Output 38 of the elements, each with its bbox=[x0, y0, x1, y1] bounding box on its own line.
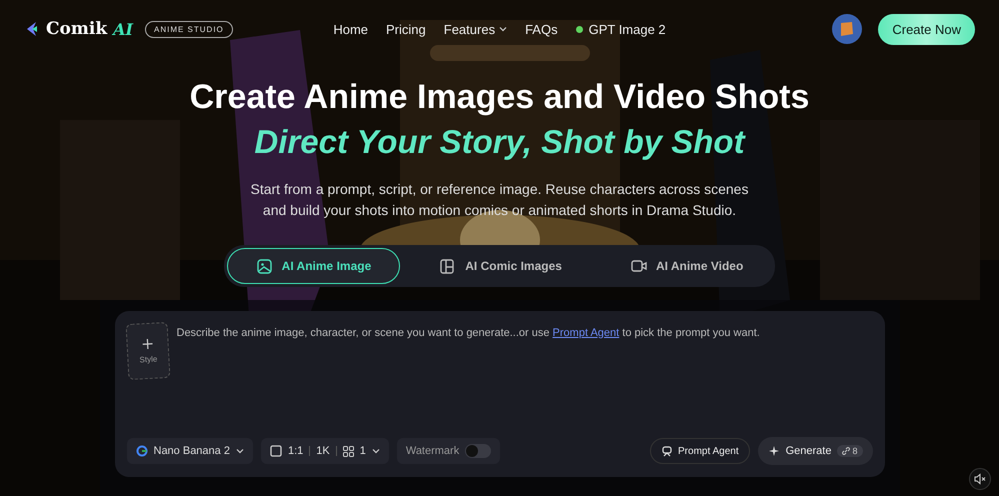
grid-icon bbox=[342, 446, 354, 456]
mode-tab[interactable]: AI Comic Images bbox=[410, 248, 591, 284]
prompt-agent-link[interactable]: Prompt Agent bbox=[552, 327, 620, 339]
chevron-icon bbox=[236, 447, 244, 455]
avatar[interactable] bbox=[832, 14, 862, 44]
nav-dropdown[interactable]: Features bbox=[444, 22, 508, 36]
brand-suffix: AI bbox=[113, 20, 133, 38]
hero-subtitle: Direct Your Story, Shot by Shot bbox=[254, 123, 745, 161]
nav-link[interactable]: Pricing bbox=[386, 22, 426, 36]
hero-description: Start from a prompt, script, or reference image. Reuse characters across scenes and build your shots into motion comics or animated shorts in Drama Studio. bbox=[250, 180, 748, 220]
hero-title: Create Anime Images and Video Shots bbox=[190, 78, 810, 117]
credit-cost: 8 bbox=[837, 445, 862, 457]
square-icon bbox=[270, 445, 282, 457]
mode-tab[interactable]: AI Anime Image bbox=[226, 248, 400, 284]
google-icon bbox=[136, 445, 148, 457]
create-now-button[interactable]: Create Now bbox=[878, 14, 975, 44]
image-icon bbox=[256, 257, 274, 275]
sparkle-icon bbox=[768, 445, 780, 457]
prompt-hint[interactable]: Describe the anime image, character, or scene you want to generate...or use Prompt Agent to pick the prompt you want. bbox=[176, 327, 760, 339]
prompt-agent-button[interactable]: Prompt Agent bbox=[650, 438, 750, 464]
link-icon bbox=[842, 447, 850, 455]
robot-icon bbox=[661, 445, 674, 457]
watermark-toggle[interactable] bbox=[465, 444, 492, 458]
style-picker[interactable]: Style bbox=[125, 322, 170, 380]
model-selector[interactable]: Nano Banana 2 bbox=[126, 438, 253, 464]
chevron-icon bbox=[499, 25, 508, 33]
brand-name: Comik bbox=[46, 19, 108, 39]
studio-badge: ANIME STUDIO bbox=[145, 20, 233, 38]
mute-icon bbox=[974, 473, 986, 485]
watermark-label: Watermark bbox=[406, 445, 460, 457]
plus-icon bbox=[142, 338, 152, 349]
nav-link[interactable]: GPT Image 2 bbox=[576, 22, 666, 36]
mode-tab[interactable]: AI Anime Video bbox=[600, 248, 772, 284]
generate-button[interactable]: Generate 8 bbox=[758, 437, 872, 465]
nav-link[interactable]: Home bbox=[333, 22, 368, 36]
output-settings[interactable]: 1:1 1K 1 bbox=[260, 438, 389, 464]
nav-link[interactable]: FAQs bbox=[525, 22, 558, 36]
chevron-icon bbox=[372, 447, 380, 455]
